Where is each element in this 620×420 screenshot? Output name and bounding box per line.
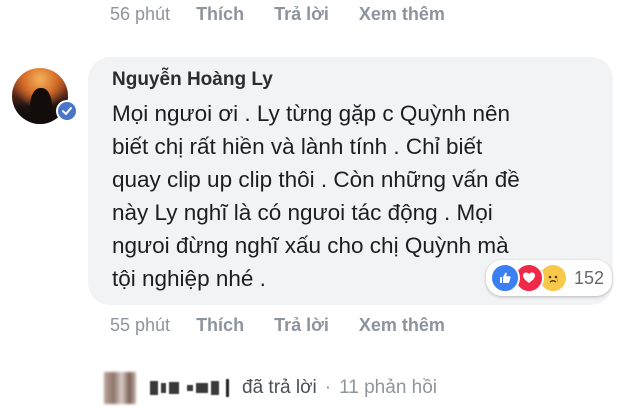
reply-button[interactable]: Trả lời [274,4,329,25]
avatar-figure [30,88,52,124]
reactions-summary[interactable]: 152 [486,260,613,296]
replier-name-redacted [150,379,232,397]
like-button[interactable]: Thích [196,4,244,25]
replied-text: đã trả lời [242,377,317,398]
replier-avatar [104,372,136,404]
see-more-button[interactable]: Xem thêm [359,315,445,336]
comment-time[interactable]: 55 phút [110,315,170,336]
see-more-button[interactable]: Xem thêm [359,4,445,25]
top-comment-actions: 56 phút Thích Trả lời Xem thêm [110,4,475,25]
replies-count: 11 phản hồi [339,377,438,398]
reply-button[interactable]: Trả lời [274,315,329,336]
separator: · [324,377,332,398]
like-icon [490,263,520,293]
verified-badge-icon [56,100,78,122]
comment-author[interactable]: Nguyễn Hoàng Ly [112,69,587,91]
like-button[interactable]: Thích [196,315,244,336]
comment-actions: 55 phút Thích Trả lời Xem thêm [110,315,475,336]
comment-text: Mọi ngưoi ơi . Ly từng gặp c Quỳnh nên b… [112,101,520,291]
reaction-count: 152 [574,267,605,288]
view-replies-link[interactable]: đã trả lời · 11 phản hồi [104,372,437,404]
comment-time[interactable]: 56 phút [110,4,170,25]
